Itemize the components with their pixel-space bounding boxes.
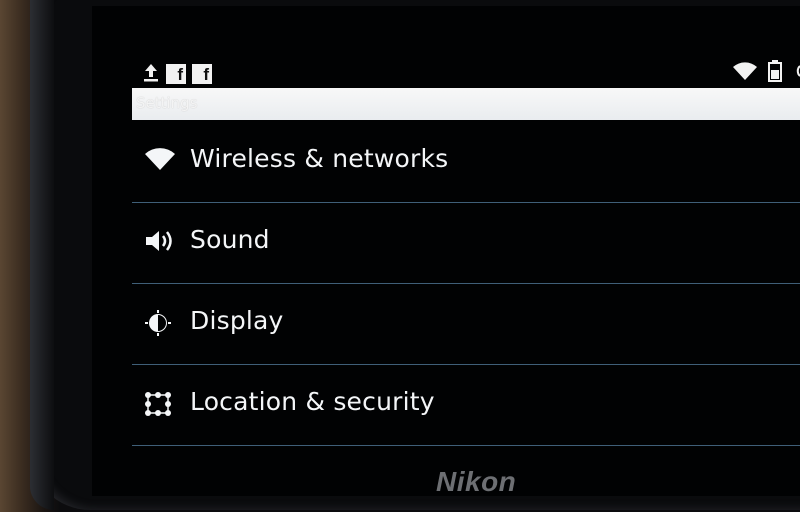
camera-body-edge bbox=[30, 0, 54, 510]
clock-partial-icon bbox=[792, 62, 800, 84]
settings-item-label: Sound bbox=[190, 225, 270, 254]
settings-item-location-security[interactable]: Location & security bbox=[132, 365, 800, 446]
device-screen: f f Settings Wireless & networks Sound D… bbox=[92, 6, 800, 496]
facebook-icon[interactable]: f bbox=[166, 64, 186, 84]
wifi-icon bbox=[144, 148, 175, 174]
status-bar: f f bbox=[132, 56, 800, 88]
settings-item-label: Wireless & networks bbox=[190, 144, 449, 173]
battery-icon bbox=[768, 60, 782, 86]
settings-item-display[interactable]: Display bbox=[132, 284, 800, 365]
settings-item-label: Display bbox=[190, 306, 284, 335]
system-icons bbox=[732, 60, 800, 86]
notification-icons: f f bbox=[142, 62, 212, 86]
brightness-icon bbox=[144, 310, 174, 336]
page-title: Settings bbox=[136, 94, 198, 112]
settings-list: Wireless & networks Sound Display Locati… bbox=[132, 122, 800, 446]
settings-item-sound[interactable]: Sound bbox=[132, 203, 800, 284]
speaker-icon bbox=[144, 229, 174, 255]
wifi-signal-icon bbox=[732, 61, 758, 85]
upload-icon[interactable] bbox=[142, 62, 160, 86]
settings-item-wireless[interactable]: Wireless & networks bbox=[132, 122, 800, 203]
title-bar: Settings bbox=[132, 88, 800, 120]
brand-logo: Nikon bbox=[436, 466, 517, 497]
location-grid-icon bbox=[144, 391, 174, 417]
settings-item-label: Location & security bbox=[190, 387, 435, 416]
facebook-icon[interactable]: f bbox=[192, 64, 212, 84]
